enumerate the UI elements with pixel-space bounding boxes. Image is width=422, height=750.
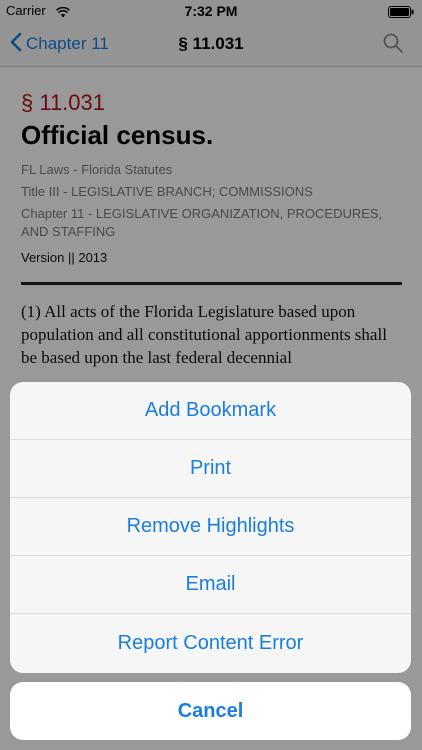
report-content-error-button[interactable]: Report Content Error	[10, 614, 411, 673]
email-button[interactable]: Email	[10, 556, 411, 614]
cancel-button[interactable]: Cancel	[10, 682, 411, 740]
add-bookmark-button[interactable]: Add Bookmark	[10, 382, 411, 440]
remove-highlights-button[interactable]: Remove Highlights	[10, 498, 411, 556]
print-button[interactable]: Print	[10, 440, 411, 498]
action-sheet: Add Bookmark Print Remove Highlights Ema…	[10, 382, 411, 673]
